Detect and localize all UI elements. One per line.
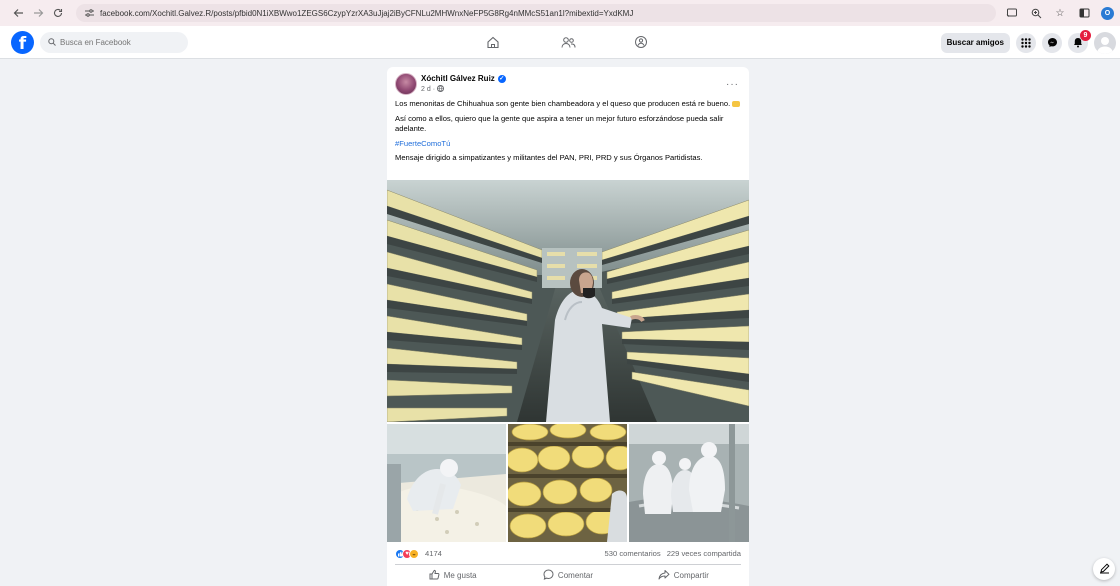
browser-toolbar: facebook.com/Xochitl.Galvez.R/posts/pfbi… <box>0 0 1120 26</box>
author-name[interactable]: Xóchitl Gálvez Ruiz <box>421 74 495 83</box>
facebook-header: f Buscar amigos 9 <box>0 26 1120 59</box>
post-header: Xóchitl Gálvez Ruiz ✓ 2 d · ··· <box>395 73 741 97</box>
haha-reaction-icon <box>409 549 419 559</box>
engagement-stats: 530 comentarios 229 veces compartida <box>605 549 741 558</box>
post-time[interactable]: 2 d <box>421 86 431 93</box>
post-body: Los menonitas de Chihuahua son gente bie… <box>395 99 743 168</box>
author-name-row: Xóchitl Gálvez Ruiz ✓ <box>421 74 506 83</box>
back-icon[interactable] <box>10 5 26 21</box>
share-arrow-icon <box>658 569 670 582</box>
search-input[interactable] <box>60 38 180 47</box>
find-friends-button[interactable]: Buscar amigos <box>940 32 1010 53</box>
comments-count[interactable]: 530 comentarios <box>605 549 661 558</box>
friends-icon[interactable] <box>559 34 577 50</box>
reaction-icons[interactable]: ♥ <box>395 549 419 559</box>
shares-count[interactable]: 229 veces compartida <box>667 549 741 558</box>
thumbs-up-icon <box>429 569 440 582</box>
zoom-icon[interactable] <box>1029 6 1043 20</box>
cheese-emoji-icon <box>732 101 741 107</box>
post-paragraph-text: Los menonitas de Chihuahua son gente bie… <box>395 99 731 108</box>
home-icon[interactable] <box>484 34 502 50</box>
political-disclaimer: Mensaje dirigido a simpatizantes y milit… <box>395 153 703 162</box>
share-button[interactable]: Compartir <box>626 567 741 584</box>
notifications-icon[interactable]: 9 <box>1068 29 1091 53</box>
post-card: Xóchitl Gálvez Ruiz ✓ 2 d · ··· Los meno… <box>387 67 749 586</box>
compose-icon <box>1099 562 1110 576</box>
url-text[interactable]: facebook.com/Xochitl.Galvez.R/posts/pfbi… <box>100 9 633 18</box>
post-photo-main[interactable] <box>387 180 749 422</box>
site-info-icon[interactable] <box>84 8 94 18</box>
globe-icon <box>437 85 445 94</box>
bookmark-star-icon[interactable]: ☆ <box>1053 6 1067 20</box>
browser-actions: ☆ O <box>1005 4 1114 22</box>
comment-bubble-icon <box>543 569 554 582</box>
messenger-icon[interactable] <box>1042 32 1062 53</box>
post-photo-3[interactable] <box>508 424 627 542</box>
forward-icon[interactable] <box>30 5 46 21</box>
search-box[interactable] <box>40 32 188 53</box>
reload-icon[interactable] <box>50 5 66 21</box>
search-icon <box>48 37 56 48</box>
post-paragraph: Así como a ellos, quiero que la gente qu… <box>395 113 724 134</box>
post-actions: Me gusta Comentar Compartir <box>395 567 741 584</box>
share-label: Compartir <box>673 571 709 580</box>
post-meta: 2 d · <box>421 85 445 94</box>
profile-icon[interactable]: O <box>1101 6 1114 20</box>
author-avatar[interactable] <box>395 73 417 95</box>
new-message-button[interactable] <box>1093 558 1115 580</box>
header-actions: Buscar amigos 9 <box>940 29 1116 54</box>
address-bar[interactable]: facebook.com/Xochitl.Galvez.R/posts/pfbi… <box>76 4 996 22</box>
account-avatar-icon[interactable] <box>1094 31 1116 54</box>
sidebar-icon[interactable] <box>1077 6 1091 20</box>
hashtag-link[interactable]: #FuerteComoTú <box>395 139 743 150</box>
facebook-logo-icon[interactable]: f <box>11 31 34 54</box>
reactions-bar: ♥ 4174 530 comentarios 229 veces compart… <box>395 548 741 560</box>
more-options-icon[interactable]: ··· <box>726 79 739 90</box>
groups-icon[interactable] <box>632 34 650 50</box>
post-paragraph: Los menonitas de Chihuahua son gente bie… <box>395 99 743 110</box>
cast-icon[interactable] <box>1005 6 1019 20</box>
verified-badge-icon: ✓ <box>497 74 506 83</box>
post-photo-2[interactable] <box>387 424 506 542</box>
like-label: Me gusta <box>443 571 477 580</box>
separator-dot: · <box>432 86 436 93</box>
actions-divider <box>395 564 741 565</box>
comment-button[interactable]: Comentar <box>510 567 625 584</box>
menu-grid-icon[interactable] <box>1016 32 1036 53</box>
notification-badge: 9 <box>1080 29 1091 41</box>
comment-label: Comentar <box>557 571 594 580</box>
like-button[interactable]: Me gusta <box>395 567 510 584</box>
post-photo-4[interactable] <box>629 424 749 542</box>
reaction-count[interactable]: 4174 <box>425 549 442 558</box>
